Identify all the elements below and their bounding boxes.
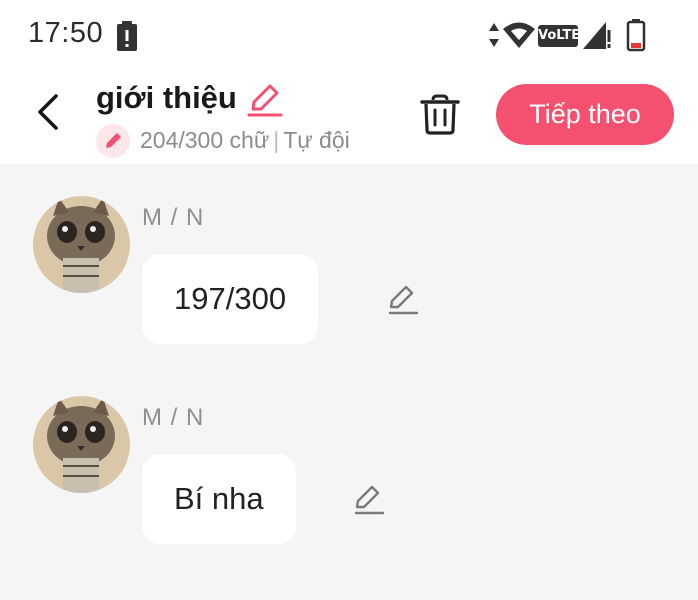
sender-name: M / N <box>142 204 205 231</box>
pencil-icon[interactable] <box>386 282 420 316</box>
back-arrow-icon[interactable] <box>30 90 70 134</box>
status-bar: 17:50 VoLTE <box>0 0 698 72</box>
header-bar: giới thiệu 204/300 chữ | Tự đội Tiếp theo <box>0 72 698 164</box>
edit-badge-icon <box>96 124 130 158</box>
alert-icon <box>117 21 137 51</box>
sender-name: M / N <box>142 404 205 431</box>
signal-icon <box>583 22 611 49</box>
next-button[interactable]: Tiếp theo <box>496 84 674 145</box>
volte-icon: VoLTE <box>538 25 580 47</box>
data-arrows-icon <box>489 23 499 47</box>
pencil-icon[interactable] <box>352 482 386 516</box>
message-bubble[interactable]: Bí nha <box>142 454 296 544</box>
status-time: 17:50 <box>28 17 104 49</box>
mode-label: Tự đội <box>283 127 350 153</box>
avatar[interactable] <box>33 396 130 493</box>
avatar[interactable] <box>33 196 130 293</box>
word-count: 204/300 chữ <box>140 127 270 153</box>
page-title: giới thiệu <box>96 80 237 115</box>
wifi-icon <box>503 22 535 48</box>
pencil-icon[interactable] <box>246 82 284 118</box>
trash-icon[interactable] <box>418 92 462 136</box>
battery-icon <box>626 19 646 52</box>
cat-avatar-icon <box>33 196 130 293</box>
message-bubble[interactable]: 197/300 <box>142 254 319 344</box>
subtitle-separator: | <box>273 127 280 153</box>
subtitle: 204/300 chữ | Tự đội <box>140 127 350 154</box>
cat-avatar-icon <box>33 396 130 493</box>
